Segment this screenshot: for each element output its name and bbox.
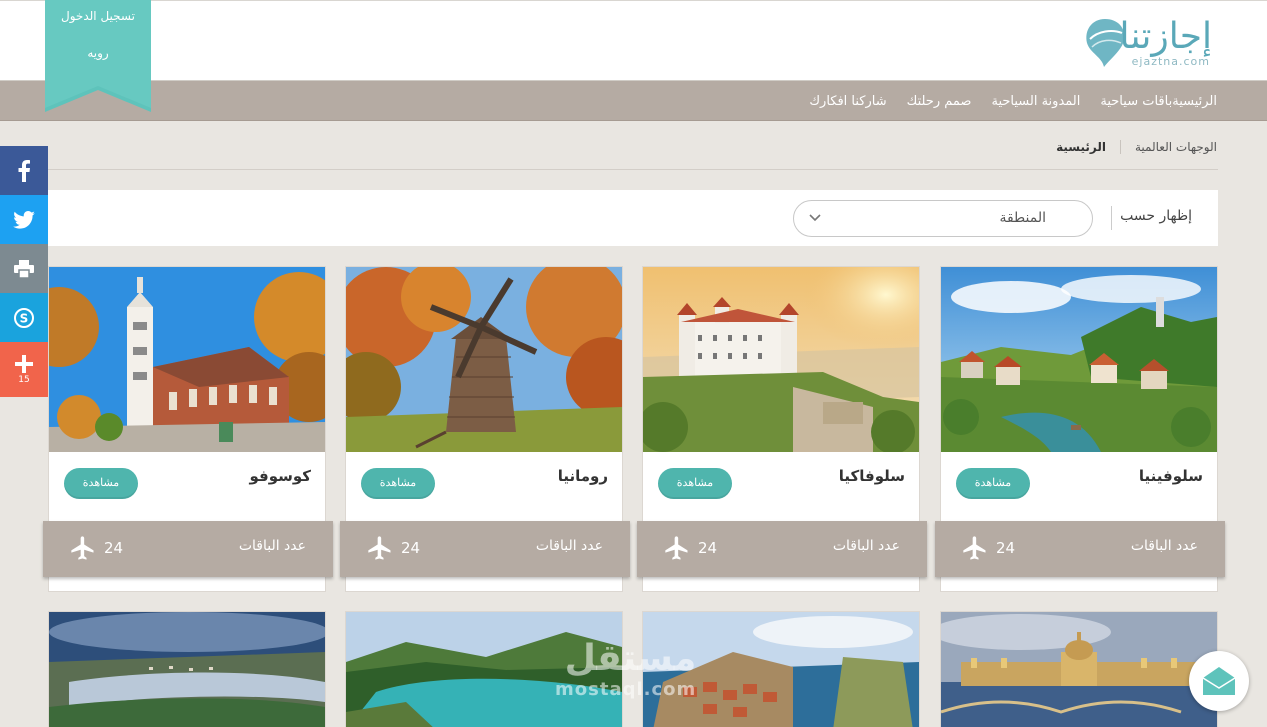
breadcrumb: الرئيسية الوجهات العالمية [1056,140,1217,154]
airplane-icon [71,536,94,560]
region-select[interactable]: المنطقة [793,200,1093,237]
twitter-share-button[interactable] [0,195,48,244]
watermark: مستقل mostaql.com [555,638,696,700]
destination-photo[interactable] [49,612,325,727]
filter-separator [1111,206,1112,230]
print-button[interactable] [0,244,48,293]
packages-count: 24 [401,539,421,557]
destination-card[interactable]: رومانيا مشاهدة عدد الباقات 24 [340,266,630,592]
region-select-value: المنطقة [999,210,1046,226]
view-button[interactable]: مشاهدة [658,468,732,499]
packages-label: عدد الباقات [535,538,603,554]
facebook-icon [18,159,30,182]
packages-label: عدد الباقات [1130,538,1198,554]
watermark-text: مستقل [564,638,697,679]
site-logo[interactable]: إجازتنا ejaztna.com [1082,15,1212,71]
packages-label: عدد الباقات [832,538,900,554]
more-share-button[interactable]: 15 [0,342,48,397]
airplane-icon [963,536,986,560]
destination-photo[interactable] [941,612,1217,727]
home-envelope-icon [1202,667,1236,695]
divider [48,169,1218,170]
airplane-icon [368,536,391,560]
breadcrumb-current: الوجهات العالمية [1135,140,1217,154]
packages-count: 24 [104,539,124,557]
destination-title: سلوفينيا [1138,467,1203,485]
nav-item-packages[interactable]: باقات سياحية [1100,94,1172,109]
filter-bar: إظهار حسب المنطقة [48,190,1218,246]
breadcrumb-home[interactable]: الرئيسية [1056,140,1106,154]
brand-name: إجازتنا [1119,16,1212,57]
skype-share-button[interactable]: S [0,293,48,342]
printer-icon [14,259,34,278]
nav-item-home[interactable]: الرئيسية [1172,94,1217,109]
login-link[interactable]: تسجيل الدخول [45,9,151,23]
nav-item-blog[interactable]: المدونة السياحية [991,94,1080,109]
brand-domain: ejaztna.com [1131,55,1210,68]
header-bar: إجازتنا ejaztna.com [0,0,1267,81]
destination-title: كوسوفو [249,467,311,485]
breadcrumb-separator [1120,140,1121,154]
packages-label: عدد الباقات [238,538,306,554]
share-count: 15 [18,374,30,385]
destination-card[interactable]: سلوفينيا مشاهدة عدد الباقات 24 [935,266,1225,592]
facebook-share-button[interactable] [0,146,48,195]
packages-bar: عدد الباقات 24 [935,521,1225,577]
view-button[interactable]: مشاهدة [956,468,1030,499]
destination-photo[interactable] [49,267,325,452]
destination-photo[interactable] [941,267,1217,452]
skype-icon: S [14,307,34,328]
twitter-icon [13,210,35,229]
nav-item-design-trip[interactable]: صمم رحلتك [907,94,972,109]
view-button[interactable]: مشاهدة [361,468,435,499]
destination-card[interactable]: كوسوفو مشاهدة عدد الباقات 24 [43,266,333,592]
filter-label: إظهار حسب [1120,208,1192,224]
chevron-down-icon [809,214,821,222]
destination-photo[interactable] [346,267,622,452]
packages-bar: عدد الباقات 24 [43,521,333,577]
destination-photo[interactable] [643,267,919,452]
packages-bar: عدد الباقات 24 [637,521,927,577]
destination-card[interactable] [48,611,326,727]
nav-item-share-ideas[interactable]: شاركنا افكارك [809,94,886,109]
register-link[interactable]: رويه [45,46,151,60]
packages-bar: عدد الباقات 24 [340,521,630,577]
destination-title: سلوفاكيا [838,467,905,485]
plus-icon [15,354,33,373]
main-nav: الرئيسية باقات سياحية المدونة السياحية ص… [0,81,1267,121]
packages-count: 24 [698,539,718,557]
packages-count: 24 [996,539,1016,557]
destination-card[interactable] [940,611,1218,727]
scroll-top-button[interactable] [1189,651,1249,711]
view-button[interactable]: مشاهدة [64,468,138,499]
airplane-icon [665,536,688,560]
svg-text:S: S [20,311,29,325]
destination-card[interactable]: سلوفاكيا مشاهدة عدد الباقات 24 [637,266,927,592]
watermark-domain: mostaql.com [555,679,697,700]
social-share-bar: S 15 [0,146,48,397]
login-ribbon[interactable]: تسجيل الدخول رويه [45,0,151,112]
destination-title: رومانيا [557,467,608,485]
